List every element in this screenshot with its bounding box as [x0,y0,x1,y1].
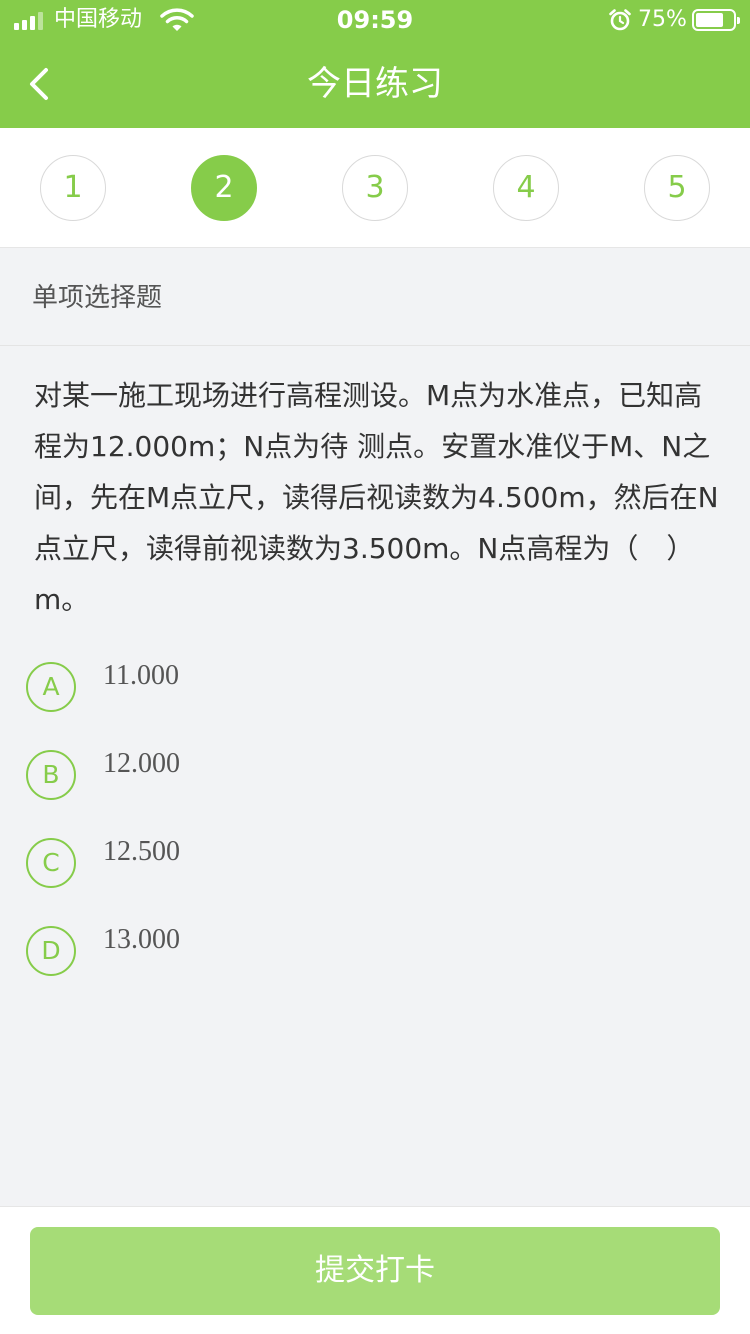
screen: 中国移动 09:59 75% 今日练习 1 2 3 4 5 单项选择题 对某一施… [0,0,750,1334]
option-b[interactable]: B 12.000 [26,748,426,800]
status-bar: 中国移动 09:59 75% [0,0,750,40]
question-step-2[interactable]: 2 [191,155,257,221]
battery-percent: 75% [638,7,687,32]
question-number-strip: 1 2 3 4 5 [0,128,750,248]
option-d[interactable]: D 13.000 [26,924,426,976]
question-step-4[interactable]: 4 [493,155,559,221]
question-type-label: 单项选择题 [32,283,163,313]
option-c[interactable]: C 12.500 [26,836,426,888]
option-value-a: 11.000 [103,660,179,691]
option-letter-d: D [26,926,76,976]
option-letter-a: A [26,662,76,712]
question-step-5[interactable]: 5 [644,155,710,221]
question-type-header: 单项选择题 [0,248,750,346]
question-step-1[interactable]: 1 [40,155,106,221]
top-bar: 中国移动 09:59 75% 今日练习 [0,0,750,128]
option-letter-c: C [26,838,76,888]
battery-icon [692,9,740,31]
option-letter-b: B [26,750,76,800]
question-step-3[interactable]: 3 [342,155,408,221]
option-value-b: 12.000 [103,748,180,779]
option-value-c: 12.500 [103,836,180,867]
option-value-d: 13.000 [103,924,180,955]
alarm-icon [609,9,631,31]
question-text: 对某一施工现场进行高程测设。M点为水准点，已知高程为12.000m；N点为待 测… [34,379,719,616]
submit-checkin-button[interactable]: 提交打卡 [30,1227,720,1315]
page-title: 今日练习 [307,64,443,104]
option-a[interactable]: A 11.000 [26,660,426,712]
bottom-bar: 提交打卡 [0,1206,750,1334]
